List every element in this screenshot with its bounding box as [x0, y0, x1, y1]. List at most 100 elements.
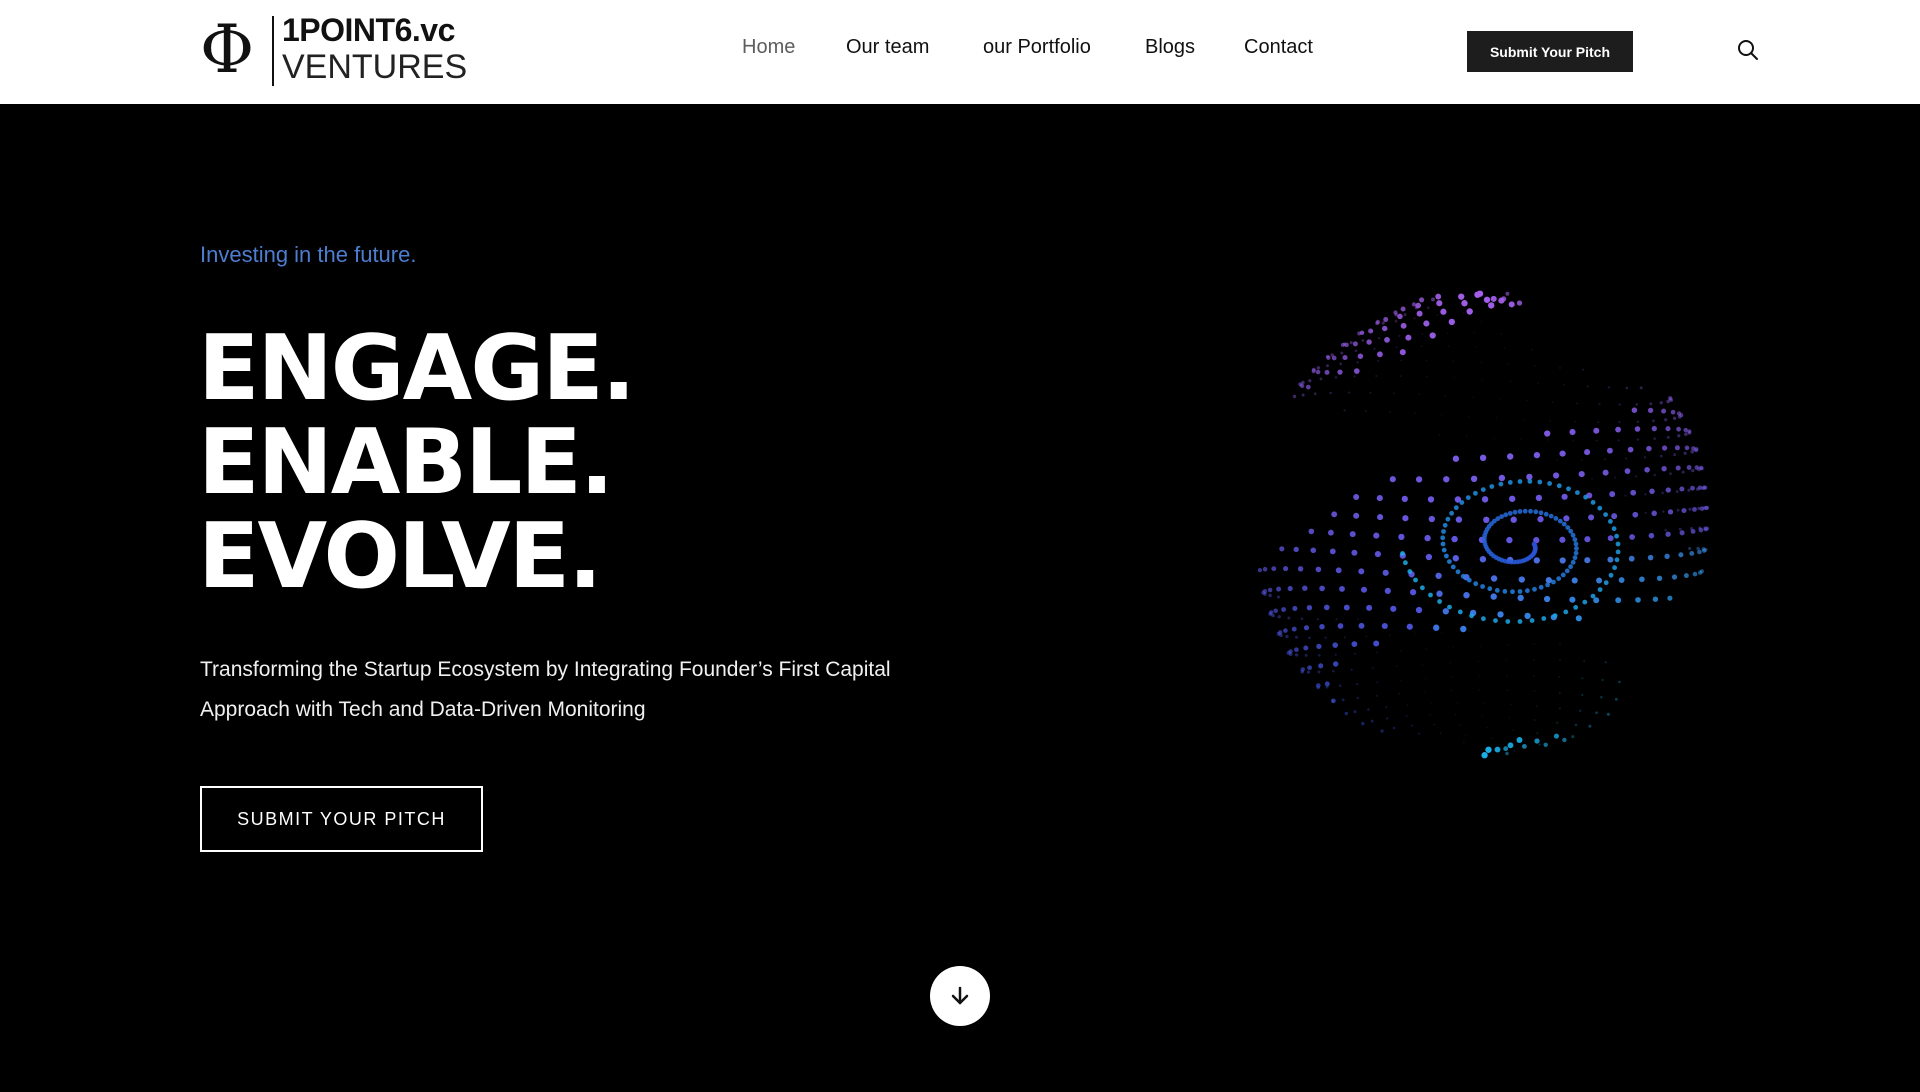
sphere-dot — [1552, 472, 1560, 479]
sphere-dot — [1357, 353, 1364, 359]
sphere-dot — [1436, 590, 1443, 597]
sphere-dot — [1498, 474, 1506, 482]
sphere-dot — [1493, 618, 1498, 623]
sphere-dot — [1615, 426, 1621, 433]
sphere-dot — [1441, 631, 1443, 634]
sphere-dot — [1590, 593, 1596, 599]
sphere-dot — [1635, 597, 1641, 603]
sphere-dot — [1557, 518, 1563, 524]
sphere-dot — [1385, 327, 1388, 331]
sphere-dot — [1572, 537, 1578, 542]
sphere-dot — [1647, 554, 1654, 561]
sphere-dot — [1553, 516, 1559, 521]
sphere-dot — [1684, 432, 1688, 436]
sphere-dot — [1516, 737, 1523, 743]
sphere-dot — [1424, 677, 1427, 680]
nav-item-our-team[interactable]: Our team — [846, 36, 929, 59]
nav-item-contact[interactable]: Contact — [1244, 36, 1313, 59]
sphere-dot — [1389, 476, 1396, 483]
sphere-dot — [1442, 608, 1449, 615]
sphere-dot — [1267, 587, 1273, 593]
sphere-dot — [1697, 549, 1702, 555]
sphere-dot — [1311, 367, 1316, 372]
nav-item-blogs[interactable]: Blogs — [1145, 36, 1195, 59]
sphere-dot — [1447, 559, 1452, 564]
sphere-dot — [1455, 516, 1463, 523]
sphere-dot — [1571, 577, 1578, 584]
sphere-dot — [1588, 514, 1595, 521]
sphere-dot — [1556, 483, 1562, 489]
sphere-dot — [1349, 341, 1353, 345]
sphere-dot — [1509, 380, 1512, 383]
sphere-dot — [1518, 576, 1525, 583]
sphere-dot — [1427, 323, 1430, 325]
sphere-dot — [1447, 604, 1452, 610]
sphere-dot — [1543, 511, 1549, 517]
sphere-dot — [1483, 702, 1486, 705]
sphere-dot — [1684, 445, 1690, 451]
nav-item-home[interactable]: Home — [742, 36, 795, 59]
sphere-dot — [1287, 585, 1293, 592]
submit-pitch-header-button[interactable]: Submit Your Pitch — [1467, 31, 1633, 72]
scroll-down-button[interactable] — [930, 966, 990, 1026]
sphere-dot — [1455, 569, 1461, 575]
sphere-dot — [1508, 716, 1511, 719]
sphere-dot — [1357, 331, 1362, 336]
sphere-dot — [1558, 707, 1561, 710]
sphere-dot — [1331, 699, 1335, 703]
sphere-dot — [1690, 485, 1695, 491]
sphere-dot — [1574, 420, 1576, 423]
sphere-dot — [1313, 392, 1317, 396]
sphere-dot — [1639, 576, 1645, 583]
sphere-dot — [1516, 300, 1523, 306]
sphere-dot — [1543, 742, 1548, 747]
sphere-dot — [1440, 535, 1446, 541]
sphere-dot — [1373, 532, 1380, 539]
sphere-dot — [1273, 608, 1278, 614]
sphere-dot — [1450, 689, 1453, 692]
nav-item-portfolio[interactable]: our Portfolio — [983, 36, 1091, 59]
sphere-dot — [1494, 746, 1501, 753]
sphere-dot — [1627, 446, 1634, 453]
sphere-dot — [1382, 569, 1389, 576]
sphere-dot — [1307, 665, 1312, 671]
sphere-dot — [1440, 541, 1446, 547]
sphere-dot — [1348, 391, 1351, 394]
sphere-dot — [1644, 493, 1647, 496]
sphere-dot — [1420, 345, 1423, 348]
sphere-dot — [1578, 471, 1585, 478]
sphere-dot — [1646, 445, 1652, 452]
sphere-dot — [1611, 526, 1617, 532]
sphere-dot — [1431, 297, 1435, 302]
sphere-dot — [1525, 399, 1528, 402]
sphere-dot — [1503, 512, 1509, 518]
sphere-dot — [1488, 302, 1495, 309]
sphere-dot — [1452, 646, 1455, 649]
sphere-dot — [1652, 419, 1655, 423]
sphere-dot — [1547, 481, 1552, 486]
sphere-dot — [1370, 329, 1374, 333]
sphere-dot — [1615, 549, 1621, 555]
sphere-dot — [1419, 297, 1425, 303]
sphere-dot — [1319, 585, 1325, 592]
sphere-dot — [1545, 582, 1550, 588]
sphere-dot — [1524, 612, 1531, 620]
headline-line-engage: ENGAGE. — [198, 316, 636, 421]
sphere-dot — [1614, 476, 1617, 479]
sphere-dot — [1427, 306, 1430, 309]
sphere-dot — [1308, 636, 1311, 640]
sphere-dot — [1458, 293, 1465, 300]
sphere-dot — [1517, 619, 1523, 624]
sphere-dot — [1444, 553, 1449, 559]
sphere-dot — [1704, 505, 1709, 511]
sphere-dot — [1316, 643, 1322, 650]
sphere-dot — [1334, 376, 1338, 379]
sphere-dot — [1494, 588, 1500, 593]
brand-logo[interactable]: Φ 1POINT6.vc VENTURES — [200, 12, 467, 88]
sphere-dot — [1447, 345, 1450, 347]
search-icon[interactable] — [1736, 38, 1760, 62]
sphere-dot — [1604, 661, 1607, 664]
sphere-dot — [1356, 696, 1360, 700]
sphere-dot — [1672, 416, 1677, 420]
submit-pitch-hero-button[interactable]: SUBMIT YOUR PITCH — [200, 786, 483, 852]
